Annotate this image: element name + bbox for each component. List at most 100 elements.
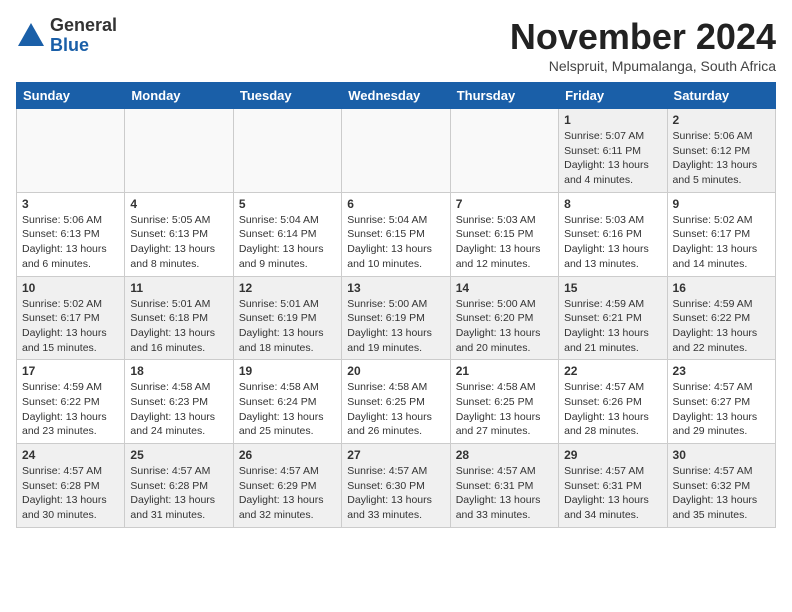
weekday-header-friday: Friday (559, 83, 667, 109)
day-info: Sunrise: 5:00 AM Sunset: 6:20 PM Dayligh… (456, 297, 553, 356)
day-number: 23 (673, 364, 770, 378)
calendar-table: SundayMondayTuesdayWednesdayThursdayFrid… (16, 82, 776, 528)
calendar-cell: 13Sunrise: 5:00 AM Sunset: 6:19 PM Dayli… (342, 276, 450, 360)
day-number: 30 (673, 448, 770, 462)
day-info: Sunrise: 5:01 AM Sunset: 6:19 PM Dayligh… (239, 297, 336, 356)
calendar-cell: 12 Sunrise: 5:01 AM Sunset: 6:19 PM Dayli… (233, 276, 341, 360)
day-number: 17 (22, 364, 119, 378)
calendar-cell: 26 Sunrise: 4:57 AM Sunset: 6:29 PM Dayli… (233, 444, 341, 528)
calendar-cell: 8Sunrise: 5:03 AM Sunset: 6:16 PM Daylig… (559, 192, 667, 276)
calendar-cell: 1 Sunrise: 5:07 AM Sunset: 6:11 PM Daylig… (559, 109, 667, 193)
logo-icon (16, 21, 46, 51)
calendar-cell: 19 Sunrise: 4:58 AM Sunset: 6:24 PM Dayli… (233, 360, 341, 444)
day-number: 9 (673, 197, 770, 211)
calendar-cell: 28 Sunrise: 4:57 AM Sunset: 6:31 PM Dayli… (450, 444, 558, 528)
logo: General Blue (16, 16, 117, 56)
day-info: Sunrise: 5:03 AM Sunset: 6:16 PM Dayligh… (564, 213, 661, 272)
day-info: Sunrise: 4:57 AM Sunset: 6:32 PM Dayligh… (673, 464, 770, 523)
calendar-cell (342, 109, 450, 193)
day-number: 18 (130, 364, 227, 378)
calendar-cell: 15Sunrise: 4:59 AM Sunset: 6:21 PM Dayli… (559, 276, 667, 360)
calendar-cell: 3Sunrise: 5:06 AM Sunset: 6:13 PM Daylig… (17, 192, 125, 276)
calendar-cell (125, 109, 233, 193)
calendar-cell: 2 Sunrise: 5:06 AM Sunset: 6:12 PM Daylig… (667, 109, 775, 193)
day-number: 1 (564, 113, 661, 127)
day-number: 10 (22, 281, 119, 295)
calendar-cell: 18 Sunrise: 4:58 AM Sunset: 6:23 PM Dayli… (125, 360, 233, 444)
calendar-cell: 11 Sunrise: 5:01 AM Sunset: 6:18 PM Dayli… (125, 276, 233, 360)
day-info: Sunrise: 5:04 AM Sunset: 6:14 PM Dayligh… (239, 213, 336, 272)
day-info: Sunrise: 4:58 AM Sunset: 6:25 PM Dayligh… (456, 380, 553, 439)
calendar-cell (233, 109, 341, 193)
logo-text: General Blue (50, 16, 117, 56)
weekday-header-monday: Monday (125, 83, 233, 109)
weekday-header-wednesday: Wednesday (342, 83, 450, 109)
day-number: 13 (347, 281, 444, 295)
weekday-header-row: SundayMondayTuesdayWednesdayThursdayFrid… (17, 83, 776, 109)
calendar-week-2: 3Sunrise: 5:06 AM Sunset: 6:13 PM Daylig… (17, 192, 776, 276)
calendar-cell: 9 Sunrise: 5:02 AM Sunset: 6:17 PM Daylig… (667, 192, 775, 276)
calendar-cell: 24Sunrise: 4:57 AM Sunset: 6:28 PM Dayli… (17, 444, 125, 528)
day-number: 28 (456, 448, 553, 462)
day-number: 12 (239, 281, 336, 295)
day-number: 14 (456, 281, 553, 295)
day-number: 29 (564, 448, 661, 462)
page-header: General Blue November 2024 Nelspruit, Mp… (16, 16, 776, 74)
day-info: Sunrise: 4:59 AM Sunset: 6:21 PM Dayligh… (564, 297, 661, 356)
day-info: Sunrise: 4:57 AM Sunset: 6:27 PM Dayligh… (673, 380, 770, 439)
calendar-cell: 22 Sunrise: 4:57 AM Sunset: 6:26 PM Dayli… (559, 360, 667, 444)
day-number: 6 (347, 197, 444, 211)
day-number: 2 (673, 113, 770, 127)
day-info: Sunrise: 4:59 AM Sunset: 6:22 PM Dayligh… (673, 297, 770, 356)
calendar-cell: 23 Sunrise: 4:57 AM Sunset: 6:27 PM Dayli… (667, 360, 775, 444)
day-number: 21 (456, 364, 553, 378)
day-number: 5 (239, 197, 336, 211)
day-info: Sunrise: 5:01 AM Sunset: 6:18 PM Dayligh… (130, 297, 227, 356)
calendar-cell: 5 Sunrise: 5:04 AM Sunset: 6:14 PM Daylig… (233, 192, 341, 276)
calendar-cell: 4 Sunrise: 5:05 AM Sunset: 6:13 PM Daylig… (125, 192, 233, 276)
day-number: 19 (239, 364, 336, 378)
calendar-body: 1 Sunrise: 5:07 AM Sunset: 6:11 PM Daylig… (17, 109, 776, 528)
calendar-week-4: 17 Sunrise: 4:59 AM Sunset: 6:22 PM Dayli… (17, 360, 776, 444)
day-number: 26 (239, 448, 336, 462)
day-number: 11 (130, 281, 227, 295)
day-info: Sunrise: 5:06 AM Sunset: 6:12 PM Dayligh… (673, 129, 770, 188)
calendar-cell: 27Sunrise: 4:57 AM Sunset: 6:30 PM Dayli… (342, 444, 450, 528)
calendar-cell: 7Sunrise: 5:03 AM Sunset: 6:15 PM Daylig… (450, 192, 558, 276)
calendar-cell: 14 Sunrise: 5:00 AM Sunset: 6:20 PM Dayli… (450, 276, 558, 360)
day-info: Sunrise: 4:57 AM Sunset: 6:29 PM Dayligh… (239, 464, 336, 523)
day-number: 16 (673, 281, 770, 295)
calendar-week-5: 24Sunrise: 4:57 AM Sunset: 6:28 PM Dayli… (17, 444, 776, 528)
day-number: 22 (564, 364, 661, 378)
logo-blue: Blue (50, 35, 89, 55)
day-info: Sunrise: 4:57 AM Sunset: 6:31 PM Dayligh… (456, 464, 553, 523)
day-info: Sunrise: 4:58 AM Sunset: 6:23 PM Dayligh… (130, 380, 227, 439)
calendar-cell (17, 109, 125, 193)
day-info: Sunrise: 5:06 AM Sunset: 6:13 PM Dayligh… (22, 213, 119, 272)
weekday-header-tuesday: Tuesday (233, 83, 341, 109)
calendar-cell: 17 Sunrise: 4:59 AM Sunset: 6:22 PM Dayli… (17, 360, 125, 444)
day-info: Sunrise: 4:57 AM Sunset: 6:28 PM Dayligh… (130, 464, 227, 523)
calendar-cell: 30 Sunrise: 4:57 AM Sunset: 6:32 PM Dayli… (667, 444, 775, 528)
day-info: Sunrise: 5:05 AM Sunset: 6:13 PM Dayligh… (130, 213, 227, 272)
calendar-cell: 6Sunrise: 5:04 AM Sunset: 6:15 PM Daylig… (342, 192, 450, 276)
weekday-header-sunday: Sunday (17, 83, 125, 109)
day-info: Sunrise: 4:59 AM Sunset: 6:22 PM Dayligh… (22, 380, 119, 439)
calendar-cell: 25 Sunrise: 4:57 AM Sunset: 6:28 PM Dayli… (125, 444, 233, 528)
day-info: Sunrise: 5:02 AM Sunset: 6:17 PM Dayligh… (22, 297, 119, 356)
day-info: Sunrise: 4:58 AM Sunset: 6:24 PM Dayligh… (239, 380, 336, 439)
calendar-cell: 29 Sunrise: 4:57 AM Sunset: 6:31 PM Dayli… (559, 444, 667, 528)
day-number: 4 (130, 197, 227, 211)
day-info: Sunrise: 5:02 AM Sunset: 6:17 PM Dayligh… (673, 213, 770, 272)
day-info: Sunrise: 4:57 AM Sunset: 6:31 PM Dayligh… (564, 464, 661, 523)
day-info: Sunrise: 5:03 AM Sunset: 6:15 PM Dayligh… (456, 213, 553, 272)
day-info: Sunrise: 4:58 AM Sunset: 6:25 PM Dayligh… (347, 380, 444, 439)
calendar-cell: 21 Sunrise: 4:58 AM Sunset: 6:25 PM Dayli… (450, 360, 558, 444)
day-info: Sunrise: 4:57 AM Sunset: 6:26 PM Dayligh… (564, 380, 661, 439)
month-title: November 2024 (510, 16, 776, 58)
day-info: Sunrise: 5:07 AM Sunset: 6:11 PM Dayligh… (564, 129, 661, 188)
location-subtitle: Nelspruit, Mpumalanga, South Africa (510, 58, 776, 74)
weekday-header-thursday: Thursday (450, 83, 558, 109)
day-info: Sunrise: 4:57 AM Sunset: 6:30 PM Dayligh… (347, 464, 444, 523)
day-number: 25 (130, 448, 227, 462)
